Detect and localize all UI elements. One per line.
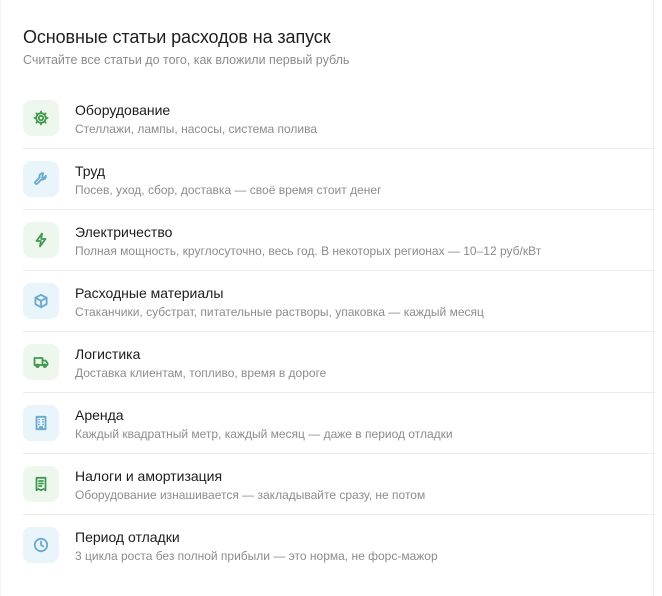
wrench-icon — [23, 161, 59, 197]
list-item-rent: Аренда Каждый квадратный метр, каждый ме… — [23, 393, 655, 454]
list-item-electricity: Электричество Полная мощность, круглосут… — [23, 210, 655, 271]
item-title: Аренда — [75, 407, 124, 423]
item-title: Логистика — [75, 346, 141, 362]
list-item-labor: Труд Посев, уход, сбор, доставка — своё … — [23, 149, 655, 210]
expense-card: Основные статьи расходов на запуск Счита… — [0, 0, 655, 596]
receipt-icon — [23, 466, 59, 502]
item-description: Оборудование изнашивается — закладывайте… — [75, 488, 426, 502]
truck-icon — [23, 344, 59, 380]
expense-list: Оборудование Стеллажи, лампы, насосы, си… — [23, 88, 655, 575]
item-title: Электричество — [75, 224, 173, 240]
card-header: Основные статьи расходов на запуск Счита… — [23, 26, 349, 68]
item-description: 3 цикла роста без полной прибыли — это н… — [75, 549, 438, 563]
item-description: Стаканчики, субстрат, питательные раство… — [75, 305, 484, 319]
gear-icon — [23, 100, 59, 136]
building-icon — [23, 405, 59, 441]
item-description: Посев, уход, сбор, доставка — своё время… — [75, 183, 382, 197]
list-item-taxes: Налоги и амортизация Оборудование изнаши… — [23, 454, 655, 515]
item-description: Полная мощность, круглосуточно, весь год… — [75, 244, 542, 258]
item-title: Расходные материалы — [75, 285, 224, 301]
list-item-debug-period: Период отладки 3 цикла роста без полной … — [23, 515, 655, 575]
list-item-consumables: Расходные материалы Стаканчики, субстрат… — [23, 271, 655, 332]
item-title: Период отладки — [75, 529, 180, 545]
item-description: Доставка клиентам, топливо, время в доро… — [75, 366, 327, 380]
lightning-icon — [23, 222, 59, 258]
list-item-equipment: Оборудование Стеллажи, лампы, насосы, си… — [23, 88, 655, 149]
item-description: Стеллажи, лампы, насосы, система полива — [75, 122, 318, 136]
page-subtitle: Считайте все статьи до того, как вложили… — [23, 53, 350, 67]
item-title: Налоги и амортизация — [75, 468, 223, 484]
item-title: Оборудование — [75, 102, 171, 118]
clock-icon — [23, 527, 59, 563]
item-title: Труд — [75, 163, 106, 179]
box-icon — [23, 283, 59, 319]
page-title: Основные статьи расходов на запуск — [23, 27, 331, 47]
item-description: Каждый квадратный метр, каждый месяц — д… — [75, 427, 453, 441]
list-item-logistics: Логистика Доставка клиентам, топливо, вр… — [23, 332, 655, 393]
